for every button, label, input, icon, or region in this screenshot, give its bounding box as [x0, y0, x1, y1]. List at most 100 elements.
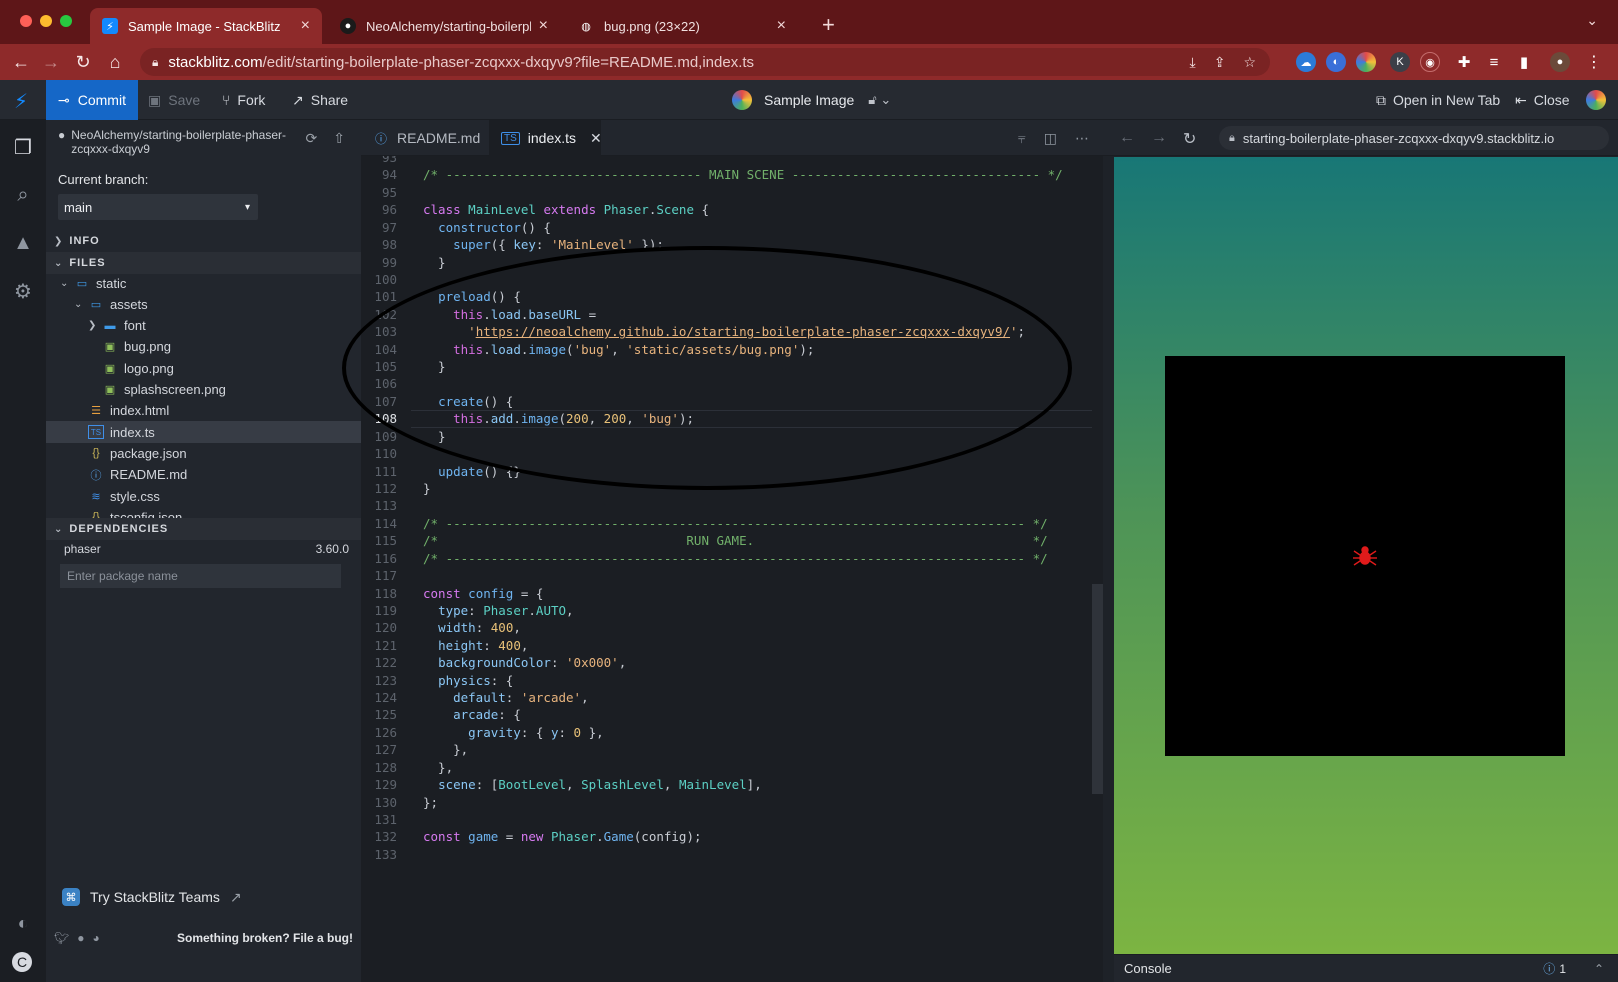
search-icon[interactable]: ⌕ [10, 182, 36, 208]
file-tree-item[interactable]: ☰ index.html [46, 400, 361, 422]
home-icon[interactable]: ⌂ [104, 51, 126, 73]
codeflow-icon[interactable]: C [12, 952, 32, 972]
commit-button[interactable]: ⊸ Commit [46, 80, 138, 120]
file-tree-item[interactable]: ⓘ README.md [46, 464, 361, 486]
dependency-row[interactable]: phaser 3.60.0 [64, 542, 349, 556]
code-line: 131 [361, 811, 1103, 829]
info-file-icon: ⓘ [90, 469, 102, 482]
browser-tab-bug-png[interactable]: ◍ bug.png (23×22) × [566, 8, 798, 44]
close-tab-icon[interactable]: × [301, 17, 310, 35]
editor-scrollbar-thumb[interactable] [1092, 584, 1103, 794]
try-teams-link[interactable]: ⌘ Try StackBlitz Teams ↗ [62, 888, 242, 906]
reload-icon[interactable]: ↻ [72, 51, 94, 73]
user-avatar[interactable] [1586, 90, 1606, 110]
preview-back-icon[interactable]: ← [1119, 129, 1135, 147]
cloud-extension-icon[interactable]: ☁ [1296, 52, 1316, 72]
format-icon[interactable]: ⫧ [1018, 130, 1026, 147]
json-file-icon: {} [92, 447, 100, 460]
url-path: /edit/starting-boilerplate-phaser-zcqxxx… [262, 53, 755, 71]
k-extension-icon[interactable]: K [1390, 52, 1410, 72]
file-tree-item[interactable]: ≋ style.css [46, 485, 361, 507]
tab-index-ts[interactable]: TS index.ts ✕ [489, 120, 602, 156]
file-name: index.html [110, 403, 170, 419]
unlock-icon: 🔓︎ ⌄ [868, 92, 892, 107]
camera-extension-icon[interactable]: ◉ [1420, 52, 1440, 72]
gear-icon[interactable]: ⚙ [10, 278, 36, 304]
split-editor-icon[interactable]: ◫ [1044, 130, 1057, 147]
preview-reload-icon[interactable]: ↻ [1183, 129, 1196, 149]
close-preview-button[interactable]: ⇤ Close [1515, 80, 1570, 120]
info-section-header[interactable]: ❯ INFO [46, 230, 361, 252]
file-tree-item[interactable]: ❯ ▬ font [46, 315, 361, 337]
file-tree-item[interactable]: ▣ splashscreen.png [46, 379, 361, 401]
share-button[interactable]: ↗ Share [292, 80, 348, 120]
file-name: package.json [110, 445, 187, 461]
chevron-down-icon[interactable]: ⌄ [1586, 12, 1598, 29]
file-tree-item[interactable]: ▣ bug.png [46, 336, 361, 358]
more-menu-icon[interactable]: ⋮ [1584, 52, 1604, 72]
side-panel-icon[interactable]: ▮ [1514, 52, 1534, 72]
more-actions-icon[interactable]: ⋯ [1075, 130, 1089, 147]
repo-link[interactable]: ● NeoAlchemy/starting-boilerplate-phaser… [58, 128, 288, 156]
share-icon[interactable]: ⇪ [1214, 54, 1226, 71]
image-file-icon: ▣ [104, 384, 116, 396]
chevron-up-icon[interactable]: ⌃ [1594, 962, 1604, 976]
save-button[interactable]: ▣ Save [148, 80, 200, 120]
image-file-icon: ▣ [104, 362, 116, 375]
preview-url-input[interactable]: 🔒︎ starting-boilerplate-phaser-zcqxxx-dx… [1219, 126, 1609, 150]
discord-icon[interactable]: ◕ [92, 931, 99, 945]
color-picker-extension-icon[interactable] [1356, 52, 1376, 72]
browser-tab-stackblitz[interactable]: ⚡ Sample Image - StackBlitz × [90, 8, 322, 44]
browser-extension-icon[interactable]: ◐ [1326, 52, 1346, 72]
fork-button[interactable]: ⑂ Fork [222, 80, 265, 120]
branch-select[interactable]: main ▾ [58, 194, 258, 220]
star-icon[interactable]: ☆ [1243, 54, 1256, 71]
stackblitz-logo-icon[interactable]: ⚡ [14, 89, 28, 114]
line-number: 126 [374, 724, 397, 740]
twitter-icon[interactable]: 🐦︎ [54, 931, 69, 945]
install-icon[interactable]: ⤓ [1190, 54, 1196, 71]
browser-tab-github[interactable]: ● NeoAlchemy/starting-boilerpla × [328, 8, 560, 44]
code-line: 125 arcade: { [361, 706, 1103, 724]
github-icon[interactable]: ● [77, 931, 84, 945]
tab-readme[interactable]: ⓘ README.md [361, 120, 489, 156]
file-tree-item[interactable]: ⌄ ▭ assets [46, 293, 361, 315]
file-tree-item[interactable]: ⌄ ▭ static [46, 272, 361, 294]
file-tree-item[interactable]: ▣ logo.png [46, 357, 361, 379]
reading-list-icon[interactable]: ≡ [1484, 52, 1504, 72]
firebase-icon[interactable]: ▲ [10, 230, 36, 256]
file-a-bug-link[interactable]: Something broken? File a bug! [177, 931, 353, 945]
cloud-upload-icon[interactable]: ⇧ [333, 130, 345, 147]
profile-avatar[interactable]: ● [1550, 52, 1570, 72]
line-number: 120 [374, 620, 397, 636]
close-window-button[interactable] [20, 15, 32, 27]
file-tree-item[interactable]: TS index.ts [46, 421, 361, 444]
project-title[interactable]: Sample Image 🔓︎ ⌄ [732, 80, 891, 120]
files-icon[interactable]: ❐ [10, 134, 36, 160]
theme-toggle-icon[interactable]: ◐ [10, 910, 36, 936]
open-in-new-tab-button[interactable]: ⧉ Open in New Tab [1376, 80, 1500, 120]
puzzle-icon[interactable]: ✚ [1454, 52, 1474, 72]
back-arrow-icon[interactable]: ← [10, 51, 32, 73]
tab-label: README.md [397, 130, 481, 146]
close-tab-icon[interactable]: ✕ [590, 130, 602, 147]
new-tab-button[interactable]: + [822, 12, 835, 38]
files-section-header[interactable]: ⌄ FILES [46, 252, 361, 274]
sync-icon[interactable]: ⟳ [306, 130, 318, 147]
line-text: /* -------------------------------------… [423, 515, 1048, 531]
close-tab-icon[interactable]: × [777, 17, 786, 35]
line-text: }, [423, 742, 469, 758]
maximize-window-button[interactable] [60, 15, 72, 27]
line-number: 131 [374, 811, 397, 827]
console-panel[interactable]: Console ⓘ 1 ⌃ [1114, 954, 1618, 982]
minimize-window-button[interactable] [40, 15, 52, 27]
forward-arrow-icon[interactable]: → [40, 51, 62, 73]
close-tab-icon[interactable]: × [539, 17, 548, 35]
package-name-input[interactable]: Enter package name [60, 564, 341, 588]
url-input[interactable]: 🔒︎ stackblitz.com/edit/starting-boilerpl… [140, 48, 1270, 76]
sidebar-footer: 🐦︎ ● ◕ Something broken? File a bug! [46, 928, 361, 948]
dependencies-section-header[interactable]: ⌄ DEPENDENCIES [46, 518, 361, 540]
preview-forward-icon[interactable]: → [1151, 129, 1167, 147]
file-tree-item[interactable]: {} package.json [46, 442, 361, 464]
editor-scrollbar[interactable] [1092, 156, 1103, 982]
